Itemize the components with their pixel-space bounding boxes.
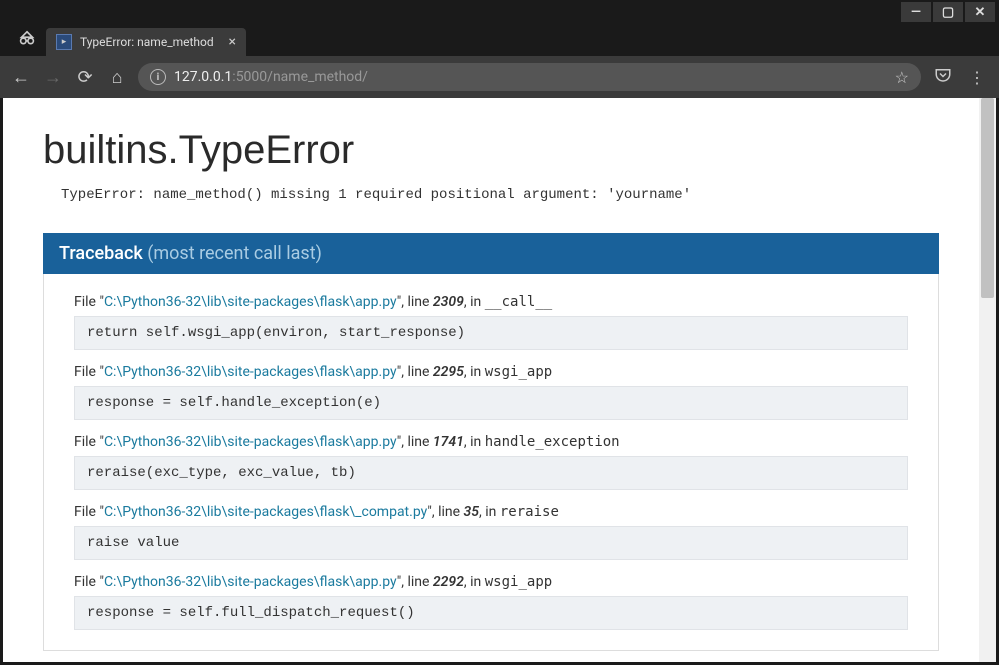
traceback-frame[interactable]: File "C:\Python36-32\lib\site-packages\f… [74,504,908,560]
frame-loc-suffix: , in [464,294,485,310]
traceback-frame[interactable]: File "C:\Python36-32\lib\site-packages\f… [74,364,908,420]
window-close-button[interactable]: ✕ [965,2,995,22]
frame-loc-suffix: , in [464,364,485,380]
traceback-frame[interactable]: File "C:\Python36-32\lib\site-packages\f… [74,294,908,350]
frame-file-suffix: ", line [397,434,433,450]
frame-lineno: 2292 [433,574,464,590]
frame-filename: C:\Python36-32\lib\site-packages\flask\a… [104,364,397,380]
menu-icon[interactable]: ⋮ [965,68,989,87]
tab-title: TypeError: name_method [80,35,221,49]
url-text: 127.0.0.1:5000/name_method/ [174,69,887,85]
site-info-icon[interactable]: i [150,69,166,85]
traceback-frame[interactable]: File "C:\Python36-32\lib\site-packages\f… [74,434,908,490]
frame-file-prefix: File " [74,294,104,310]
frame-loc-suffix: , in [464,434,485,450]
pocket-icon[interactable] [931,66,955,88]
debugger-page: builtins.TypeError TypeError: name_metho… [3,98,979,662]
tab-favicon-icon: ▸ [56,34,72,50]
bookmark-star-icon[interactable]: ☆ [895,68,909,87]
frame-lineno: 2309 [433,294,464,310]
url-path: /name_method/ [267,69,368,85]
frame-file-prefix: File " [74,434,104,450]
traceback-header-suffix: (most recent call last) [147,243,322,264]
back-button[interactable]: ← [10,67,32,88]
frame-code: reraise(exc_type, exc_value, tb) [74,456,908,490]
frame-lineno: 2295 [433,364,464,380]
traceback-frame[interactable]: File "C:\Python36-32\lib\site-packages\f… [74,574,908,630]
frame-file-suffix: ", line [397,294,433,310]
frame-file-suffix: ", line [427,504,463,520]
frame-location: File "C:\Python36-32\lib\site-packages\f… [74,504,908,520]
frame-file-suffix: ", line [397,574,433,590]
frame-funcname: wsgi_app [485,364,552,380]
frame-lineno: 35 [464,504,480,520]
page-viewport: builtins.TypeError TypeError: name_metho… [3,98,996,662]
scrollbar-thumb[interactable] [981,98,994,298]
frame-code: response = self.full_dispatch_request() [74,596,908,630]
incognito-icon [8,24,46,56]
window-titlebar: — ▢ ✕ [0,0,999,24]
frame-location: File "C:\Python36-32\lib\site-packages\f… [74,294,908,310]
frame-lineno: 1741 [433,434,464,450]
traceback-header: Traceback (most recent call last) [43,233,939,274]
frame-funcname: wsgi_app [485,574,552,590]
forward-button[interactable]: → [42,67,64,88]
frame-code: raise value [74,526,908,560]
scrollbar-track[interactable] [979,98,996,662]
url-host: 127.0.0.1 [174,69,232,85]
frame-file-suffix: ", line [397,364,433,380]
frame-funcname: reraise [500,504,559,520]
frame-code: return self.wsgi_app(environ, start_resp… [74,316,908,350]
frame-filename: C:\Python36-32\lib\site-packages\flask\a… [104,574,397,590]
error-message: TypeError: name_method() missing 1 requi… [43,187,939,203]
window-maximize-button[interactable]: ▢ [933,2,963,22]
frame-code: response = self.handle_exception(e) [74,386,908,420]
frame-loc-suffix: , in [479,504,500,520]
window-minimize-button[interactable]: — [901,2,931,22]
home-button[interactable]: ⌂ [106,67,128,88]
frame-file-prefix: File " [74,504,104,520]
frame-filename: C:\Python36-32\lib\site-packages\flask\a… [104,434,397,450]
traceback-header-label: Traceback [59,243,143,264]
browser-toolbar: ← → ⟳ ⌂ i 127.0.0.1:5000/name_method/ ☆ … [0,56,999,98]
browser-tab[interactable]: ▸ TypeError: name_method × [46,28,246,56]
frame-file-prefix: File " [74,364,104,380]
frame-filename: C:\Python36-32\lib\site-packages\flask\a… [104,294,397,310]
frame-loc-suffix: , in [464,574,485,590]
tab-strip: ▸ TypeError: name_method × [0,24,999,56]
frame-funcname: __call__ [485,294,552,310]
content-scroll: builtins.TypeError TypeError: name_metho… [3,98,979,662]
error-title: builtins.TypeError [43,128,939,173]
frame-location: File "C:\Python36-32\lib\site-packages\f… [74,434,908,450]
frame-location: File "C:\Python36-32\lib\site-packages\f… [74,574,908,590]
frame-location: File "C:\Python36-32\lib\site-packages\f… [74,364,908,380]
frame-file-prefix: File " [74,574,104,590]
url-port: :5000 [232,69,267,85]
frame-funcname: handle_exception [485,434,620,450]
tab-close-icon[interactable]: × [229,34,236,50]
traceback-body: File "C:\Python36-32\lib\site-packages\f… [43,274,939,651]
frame-filename: C:\Python36-32\lib\site-packages\flask\_… [104,504,427,520]
address-bar[interactable]: i 127.0.0.1:5000/name_method/ ☆ [138,63,921,91]
reload-button[interactable]: ⟳ [74,67,96,88]
